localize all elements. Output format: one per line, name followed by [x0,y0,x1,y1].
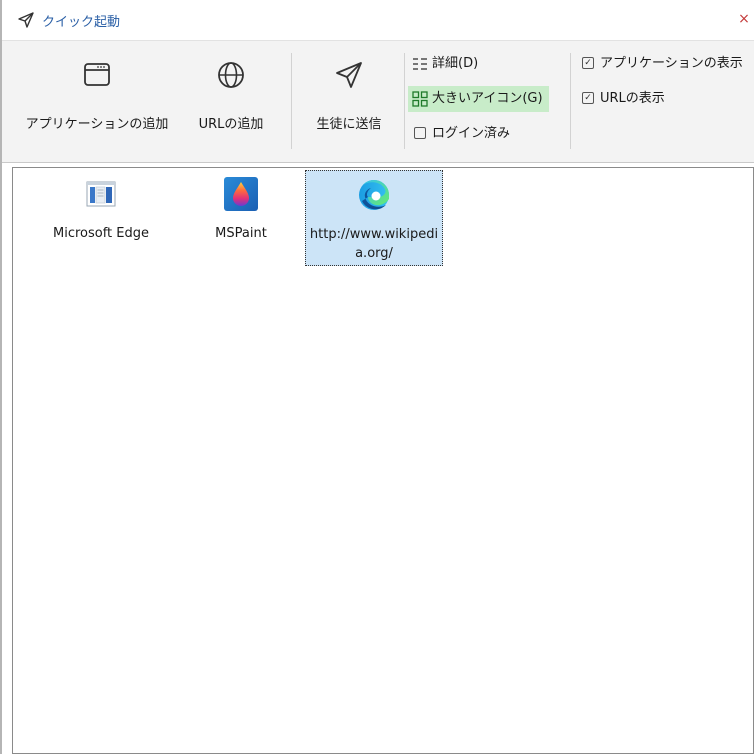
application-window-icon [84,63,110,86]
close-button[interactable]: × [735,9,753,29]
send-icon [18,12,34,28]
ribbon-separator [570,53,571,149]
send-to-students-label: 生徒に送信 [316,117,382,132]
globe-icon [218,62,244,88]
quick-launch-window: クイック起動 × アプリケーションの追加 URLの追加 生徒に送信 詳細(D) … [0,0,754,754]
view-large-icons-option[interactable]: 大きいアイコン(G) [408,86,549,112]
paint-drop-icon [224,177,258,211]
add-url-button[interactable]: URLの追加 [186,51,276,141]
details-list-icon [413,57,427,70]
window-title: クイック起動 [42,15,121,30]
add-application-button[interactable]: アプリケーションの追加 [22,51,172,141]
view-large-icons-label: 大きいアイコン(G) [432,91,543,106]
show-applications-label: アプリケーションの表示 [600,56,743,71]
checkbox-unchecked-icon [414,126,426,139]
checkbox-checked-icon: ✓ [582,91,594,104]
launch-item-wikipedia-url[interactable]: http://www.wikipedia.org/ [305,170,443,266]
launch-item-label: http://www.wikipedia.org/ [309,227,439,261]
launch-items-list[interactable]: Microsoft Edge MSPaint http://www.wikipe… [12,167,754,754]
edge-legacy-app-icon [86,181,116,207]
ribbon-toolbar: アプリケーションの追加 URLの追加 生徒に送信 詳細(D) 大きいアイコン(G… [2,40,754,163]
show-urls-label: URLの表示 [600,91,665,106]
edge-icon [359,180,389,210]
large-icons-grid-icon [412,90,428,107]
ribbon-separator [404,53,405,149]
show-applications-checkbox[interactable]: ✓ アプリケーションの表示 [582,51,743,77]
launch-item-label: Microsoft Edge [52,226,149,241]
launch-item-label: MSPaint [215,226,267,241]
view-details-label: 詳細(D) [432,56,479,71]
logged-in-checkbox[interactable]: ログイン済み [414,121,510,147]
view-details-option[interactable]: 詳細(D) [408,51,484,77]
add-application-label: アプリケーションの追加 [25,117,169,132]
logged-in-label: ログイン済み [432,126,511,141]
launch-item-microsoft-edge[interactable]: Microsoft Edge [31,170,171,266]
launch-item-mspaint[interactable]: MSPaint [171,170,311,266]
add-url-label: URLの追加 [198,117,264,132]
title-bar: クイック起動 × [2,0,754,40]
send-to-students-button[interactable]: 生徒に送信 [300,51,398,141]
ribbon-separator [291,53,292,149]
send-icon [336,62,362,88]
checkbox-checked-icon: ✓ [582,56,594,69]
show-urls-checkbox[interactable]: ✓ URLの表示 [582,86,665,112]
